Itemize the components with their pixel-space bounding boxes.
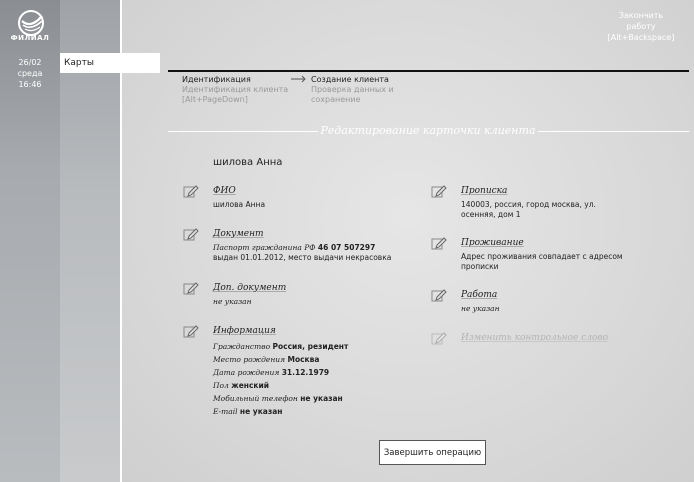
field-label[interactable]: Прописка [461, 186, 596, 196]
edit-icon[interactable] [183, 324, 199, 338]
field-control-word: Изменить контрольное слово [431, 332, 609, 347]
step-subtitle-2: сохранение [311, 95, 361, 104]
info-row-citizenship: Гражданство Россия, резидент [213, 340, 348, 353]
sidebar-item-label: Карты [64, 58, 94, 68]
edit-icon[interactable] [431, 236, 447, 250]
info-key: Дата рождения [213, 368, 280, 377]
info-value: женский [231, 381, 270, 390]
section-rule-right [538, 131, 689, 132]
exit-work-link[interactable]: Закончить работу [Alt+Backspace] [596, 10, 686, 43]
info-value: не указан [300, 394, 343, 403]
section-rule-left [168, 131, 318, 132]
sidebar-item-cards[interactable]: Карты [60, 53, 160, 73]
date-time: 26/02 среда 16:46 [0, 57, 60, 90]
registration-line-2: осенняя, дом 1 [461, 210, 521, 219]
field-label[interactable]: Проживание [461, 238, 623, 248]
edit-icon[interactable] [431, 184, 447, 198]
info-value: Москва [287, 355, 320, 364]
step-shortcut: [Alt+PageDown] [182, 95, 248, 104]
info-key: Гражданство [213, 342, 271, 351]
edit-icon[interactable] [431, 288, 447, 302]
info-key: E-mail [213, 407, 238, 416]
step-create-client: Создание клиента Проверка данных и сохра… [311, 75, 394, 105]
field-value: шилова Анна [213, 200, 266, 209]
info-row-gender: Пол женский [213, 379, 348, 392]
info-row-email: E-mail не указан [213, 405, 348, 418]
field-label[interactable]: Доп. документ [213, 283, 286, 293]
info-row-birthplace: Место рождения Москва [213, 353, 348, 366]
client-name: шилова Анна [213, 157, 283, 168]
info-key: Место рождения [213, 355, 286, 364]
time-label: 16:46 [18, 80, 42, 89]
info-key: Мобильный телефон [213, 394, 298, 403]
field-fio: ФИО шилова Анна [183, 185, 266, 210]
edit-icon [431, 332, 447, 345]
edit-icon[interactable] [183, 281, 199, 295]
info-row-birthdate: Дата рождения 31.12.1979 [213, 366, 348, 379]
finish-operation-button[interactable]: Завершить операцию [379, 440, 486, 465]
header-rule [168, 70, 689, 72]
edit-icon[interactable] [183, 184, 199, 198]
change-control-word-link: Изменить контрольное слово [461, 333, 609, 343]
field-label[interactable]: ФИО [213, 186, 265, 196]
registration-line-1: 140003, россия, город москва, ул. [461, 200, 596, 209]
edit-icon[interactable] [183, 227, 199, 241]
field-residence: Проживание Адрес проживания совпадает с … [431, 237, 623, 272]
residence-line-2: прописки [461, 262, 499, 271]
weekday-label: среда [17, 69, 43, 78]
field-work: Работа не указан [431, 289, 500, 314]
info-row-phone: Мобильный телефон не указан [213, 392, 348, 405]
field-extra-document: Доп. документ не указан [183, 282, 286, 307]
section-header: Редактирование карточки клиента [168, 124, 689, 138]
date-label: 26/02 [18, 58, 42, 67]
exit-line-2: работу [626, 22, 656, 31]
document-issued: выдан 01.01.2012, место выдачи некрасовк… [213, 253, 392, 262]
logo-text: ФИЛИАЛ [10, 34, 50, 42]
field-info: Информация Гражданство Россия, резидент … [183, 325, 348, 418]
field-registration: Прописка 140003, россия, город москва, у… [431, 185, 596, 220]
exit-line-1: Закончить [618, 11, 664, 20]
field-value: не указан [461, 304, 500, 313]
step-identification[interactable]: Идентификация Идентификация клиента [Alt… [182, 75, 288, 105]
step-subtitle: Проверка данных и [311, 85, 394, 94]
field-value: не указан [213, 297, 252, 306]
step-title: Создание клиента [311, 75, 389, 84]
field-label[interactable]: Информация [213, 326, 348, 336]
field-label[interactable]: Работа [461, 290, 500, 300]
field-document: Документ Паспорт гражданина РФ 46 07 507… [183, 228, 392, 263]
document-type: Паспорт гражданина РФ [213, 243, 316, 252]
info-value: Россия, резидент [272, 342, 349, 351]
info-value: не указан [239, 407, 283, 416]
info-value: 31.12.1979 [281, 368, 330, 377]
step-title: Идентификация [182, 75, 251, 84]
residence-line-1: Адрес проживания совпадает с адресом [461, 252, 623, 261]
exit-shortcut: [Alt+Backspace] [607, 33, 675, 42]
arrow-right-icon [291, 75, 306, 83]
document-number: 46 07 507297 [317, 243, 376, 252]
info-key: Пол [213, 381, 229, 390]
field-label[interactable]: Документ [213, 229, 391, 239]
section-title: Редактирование карточки клиента [320, 124, 536, 137]
step-subtitle: Идентификация клиента [182, 85, 289, 94]
